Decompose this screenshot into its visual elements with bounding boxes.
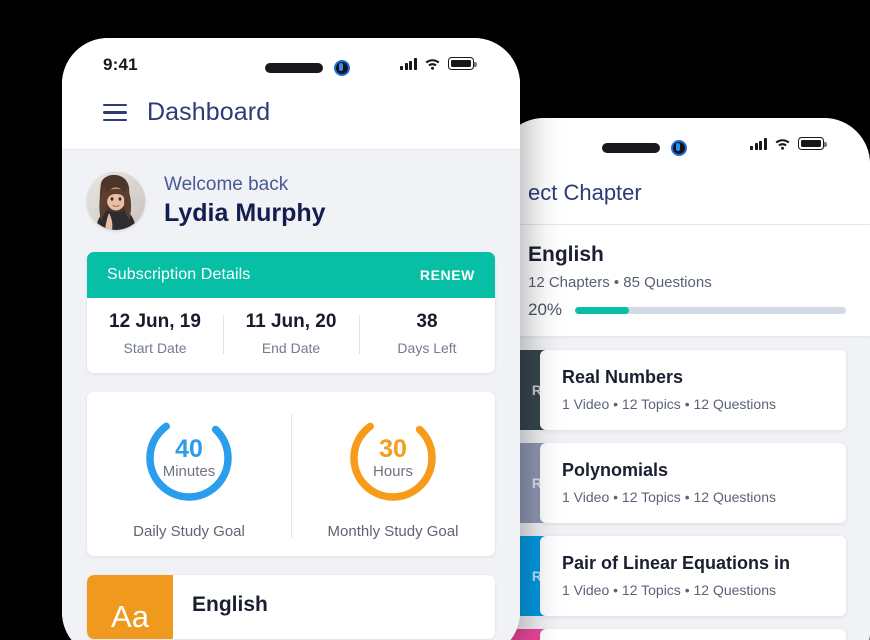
chapter-card[interactable]: Real Numbers 1 Video • 12 Topics • 12 Que… [540, 350, 846, 430]
ring-unit: Hours [372, 463, 413, 480]
subject-progress: 20% [528, 300, 846, 320]
welcome-text: Welcome back Lydia Murphy [164, 173, 326, 230]
subscription-stat: 12 Jun, 19 Start Date [87, 311, 223, 356]
chapter-list-item[interactable]: R Real Numbers 1 Video • 12 Topics • 12 Qu… [510, 350, 846, 430]
front-camera-icon [334, 60, 350, 76]
subject-card-name: English [192, 593, 268, 616]
screenshot-stage: ect Chapter English 12 Chapters • 85 Que… [0, 0, 870, 640]
subscription-stat: 11 Jun, 20 End Date [223, 311, 359, 356]
dynamic-island-right [602, 140, 687, 156]
user-name: Lydia Murphy [164, 199, 326, 228]
progress-track [575, 306, 846, 314]
phone-right-select-chapter: ect Chapter English 12 Chapters • 85 Que… [498, 118, 870, 640]
status-time: 9:41 [103, 55, 138, 74]
chapter-meta: 1 Video • 12 Topics • 12 Questions [562, 582, 776, 598]
chapter-meta: 1 Video • 12 Topics • 12 Questions [562, 396, 776, 412]
subscription-header: Subscription Details RENEW [87, 252, 495, 298]
dynamic-island-left [265, 60, 350, 76]
front-camera-icon [671, 140, 687, 156]
chapter-list: R Real Numbers 1 Video • 12 Topics • 12 Qu… [498, 336, 870, 640]
app-header: Dashboard [62, 94, 520, 149]
study-goal: 40 Minutes Daily Study Goal [87, 410, 291, 540]
page-title: Dashboard [147, 98, 271, 126]
ring-label: 40 Minutes [141, 410, 237, 506]
subject-summary-header: English 12 Chapters • 85 Questions 20% [498, 225, 870, 336]
battery-icon [798, 137, 827, 150]
chapter-list-item[interactable]: RQuadratic Equations1 Video • 12 Topics … [510, 629, 846, 640]
phone-left-dashboard: 9:41 Dashboard Welcome back Lydia Murphy… [62, 38, 520, 640]
goal-caption: Monthly Study Goal [327, 523, 459, 540]
renew-button[interactable]: RENEW [420, 267, 475, 283]
ring-value: 40 [175, 434, 203, 463]
goal-caption: Daily Study Goal [133, 523, 245, 540]
subscription-title: Subscription Details [107, 266, 251, 283]
progress-fill [575, 306, 630, 314]
cellular-signal-icon [399, 57, 417, 70]
chapter-list-item[interactable]: R Pair of Linear Equations in 1 Video • 12… [510, 536, 846, 616]
stat-label: Days Left [397, 340, 457, 356]
chapter-card[interactable]: Polynomials 1 Video • 12 Topics • 12 Ques… [540, 443, 846, 523]
progress-percent-label: 20% [528, 300, 563, 319]
chapter-page-title: ect Chapter [498, 174, 870, 224]
chapter-meta: 1 Video • 12 Topics • 12 Questions [562, 489, 776, 505]
speaker-icon [602, 143, 660, 153]
ring-label: 30 Hours [345, 410, 441, 506]
study-goals-card: 40 Minutes Daily Study Goal 30 Hours Monthly … [87, 392, 495, 556]
wifi-icon [424, 57, 441, 70]
stat-label: End Date [261, 340, 321, 356]
chapter-body: English 12 Chapters • 85 Questions 20% R… [498, 224, 870, 640]
subject-card-english[interactable]: Aa English [87, 575, 495, 639]
welcome-greeting: Welcome back [164, 173, 289, 195]
ring-value: 30 [379, 434, 407, 463]
subject-tile-icon: Aa [87, 575, 173, 639]
hamburger-menu-icon[interactable] [103, 103, 127, 122]
subject-name: English [528, 243, 604, 266]
study-goal: 30 Hours Monthly Study Goal [291, 410, 495, 540]
subscription-card: Subscription Details RENEW 12 Jun, 19 Sta… [87, 252, 495, 373]
chapter-title: Pair of Linear Equations in [562, 553, 791, 573]
status-icons-left [399, 57, 477, 70]
user-avatar-photo[interactable] [87, 172, 145, 230]
chapter-title: Real Numbers [562, 367, 684, 387]
subject-meta: 12 Chapters • 85 Questions [528, 274, 712, 291]
progress-ring: 40 Minutes [141, 410, 237, 506]
stat-value: 38 [416, 311, 438, 332]
progress-ring: 30 Hours [345, 410, 441, 506]
ring-unit: Minutes [162, 463, 216, 480]
status-bar-left: 9:41 [62, 38, 520, 94]
welcome-section: Welcome back Lydia Murphy [87, 172, 495, 230]
dashboard-body: Welcome back Lydia Murphy Subscription D… [62, 149, 520, 640]
status-bar-right [498, 118, 870, 174]
status-icons-right [749, 137, 827, 150]
subject-card-info: English [173, 575, 268, 639]
chapter-card[interactable]: Quadratic Equations1 Video • 12 Topics •… [540, 629, 846, 640]
speaker-icon [265, 63, 323, 73]
wifi-icon [774, 137, 791, 150]
stat-label: Start Date [123, 340, 187, 356]
chapter-card[interactable]: Pair of Linear Equations in 1 Video • 12 … [540, 536, 846, 616]
battery-icon [448, 57, 477, 70]
chapter-title: Polynomials [562, 460, 669, 480]
stat-value: 11 Jun, 20 [245, 311, 337, 332]
subscription-stat: 38 Days Left [359, 311, 495, 356]
stat-value: 12 Jun, 19 [109, 311, 201, 332]
cellular-signal-icon [749, 137, 767, 150]
chapter-list-item[interactable]: R Polynomials 1 Video • 12 Topics • 12 Que… [510, 443, 846, 523]
subscription-stats: 12 Jun, 19 Start Date 11 Jun, 20 End Date 38… [87, 298, 495, 373]
